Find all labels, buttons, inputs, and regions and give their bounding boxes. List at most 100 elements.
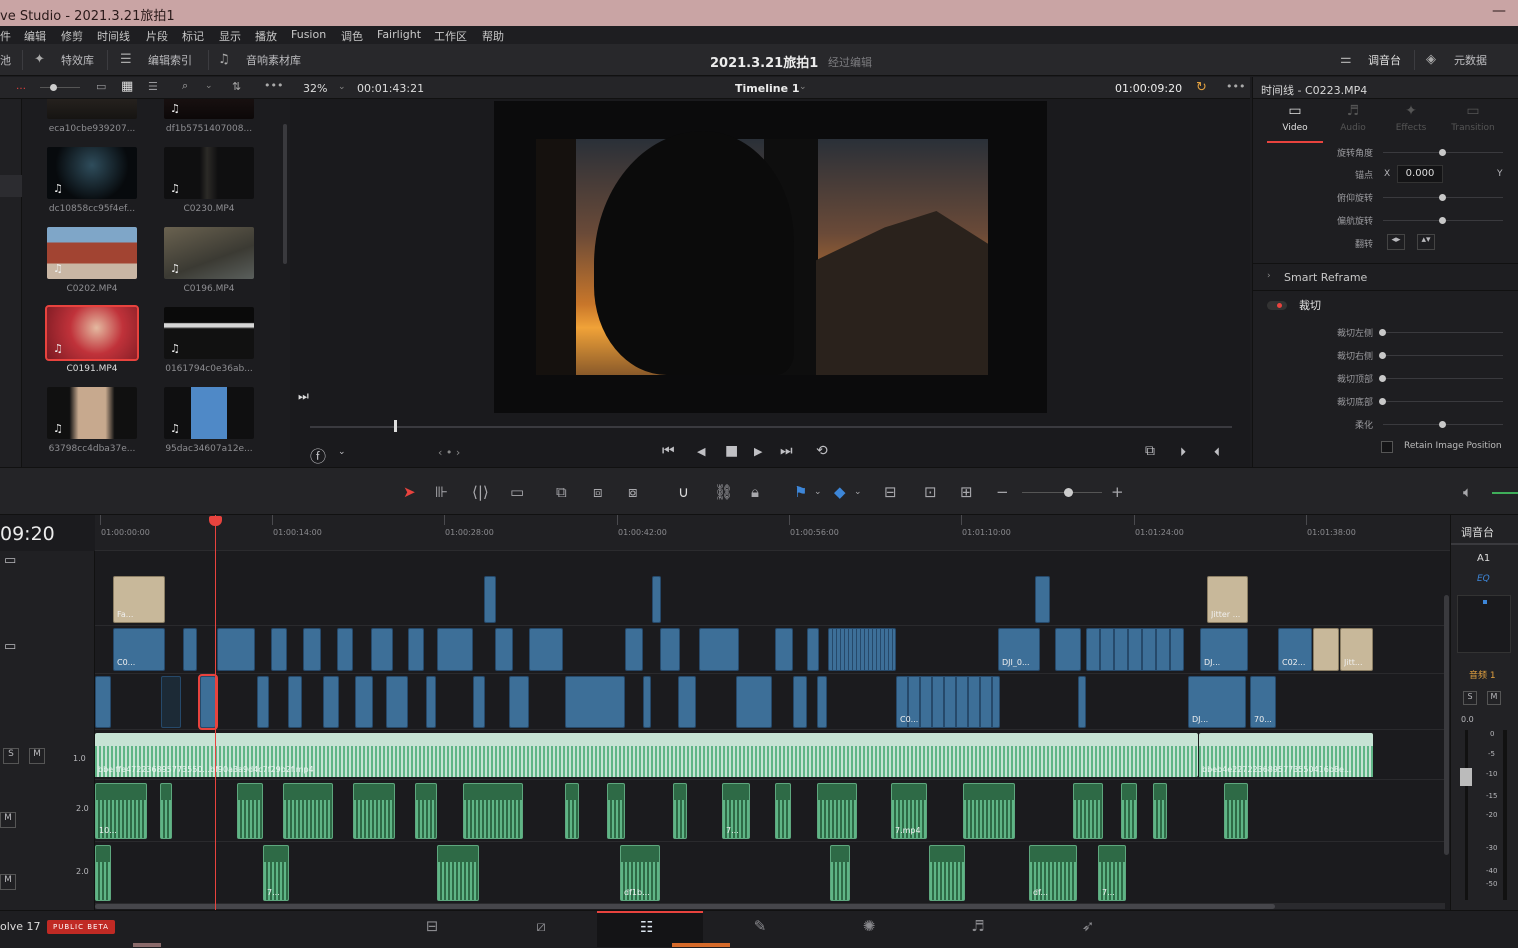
audio-clip-a2[interactable] — [1224, 783, 1248, 839]
clip-v2[interactable]: Jitt... — [1340, 628, 1373, 671]
thumbnail-view-icon[interactable]: ▦ — [121, 79, 133, 94]
clip-v3[interactable] — [652, 576, 661, 623]
custom-zoom-icon[interactable]: ⊞ — [960, 483, 973, 501]
audio-clip-a2[interactable] — [607, 783, 625, 839]
audio-clip-a3[interactable]: 7... — [263, 845, 289, 901]
clip-v3[interactable]: Fa... — [113, 576, 165, 623]
clip-v2[interactable] — [660, 628, 680, 671]
effects-library-button[interactable]: 特效库 — [61, 52, 94, 68]
clip-v2[interactable] — [303, 628, 321, 671]
audio-clip-a1[interactable]: bbeb4e2272236895773550416b8e... — [1199, 733, 1373, 777]
clip-v1[interactable] — [643, 676, 651, 728]
audio-clip-a2[interactable]: 7... — [722, 783, 750, 839]
clip-v2[interactable] — [1055, 628, 1081, 671]
chevron-down-icon[interactable]: ⌄ — [854, 487, 862, 497]
pan-control[interactable] — [1457, 595, 1511, 653]
clip-v2[interactable] — [408, 628, 424, 671]
clip-v1[interactable] — [1078, 676, 1086, 728]
chevron-down-icon[interactable]: ⌄ — [799, 82, 807, 92]
flip-vertical-icon[interactable]: ▴▾ — [1417, 234, 1435, 250]
slider-handle[interactable] — [1379, 375, 1386, 382]
full-extent-zoom-icon[interactable]: ⊟ — [884, 483, 897, 501]
tab-video[interactable]: ▭ Video — [1267, 101, 1323, 143]
overwrite-clip-icon[interactable]: ⧈ — [593, 483, 603, 501]
slider-handle[interactable] — [50, 84, 57, 91]
audio-clip-a2[interactable] — [237, 783, 263, 839]
menu-playback[interactable]: 播放 — [255, 28, 277, 44]
zoom-in-icon[interactable]: + — [1111, 483, 1124, 501]
tab-effects[interactable]: ✦ Effects — [1383, 101, 1439, 143]
position-lock-icon[interactable]: 🔒︎ — [751, 483, 759, 501]
clip-v2[interactable] — [271, 628, 287, 671]
fairlight-page-icon[interactable]: ♬ — [958, 917, 998, 935]
clip-v1[interactable] — [736, 676, 772, 728]
audio-clip-a2[interactable] — [565, 783, 579, 839]
smart-reframe-section[interactable]: › Smart Reframe — [1253, 263, 1518, 291]
clip-thumbnail[interactable]: ♫ df1b5751407008... — [161, 99, 271, 143]
loop-icon[interactable]: ⟲ — [816, 443, 828, 459]
menu-help[interactable]: 帮助 — [482, 28, 504, 44]
clip-v1[interactable] — [565, 676, 625, 728]
menu-file[interactable]: 件 — [0, 28, 11, 44]
slider-handle[interactable] — [1379, 398, 1386, 405]
clip-v1[interactable]: 70... — [1250, 676, 1276, 728]
audio-clip-a2[interactable] — [1073, 783, 1103, 839]
audio-clip-a3[interactable] — [437, 845, 479, 901]
audio-clip-a2[interactable] — [353, 783, 395, 839]
scrubber-handle[interactable] — [394, 420, 397, 432]
clip-v2[interactable] — [337, 628, 353, 671]
clip-thumbnail[interactable]: ♫ C0202.MP4 — [44, 227, 154, 303]
zoom-out-icon[interactable]: − — [996, 483, 1009, 501]
clip-v1[interactable] — [793, 676, 807, 728]
metadata-button[interactable]: 元数据 — [1454, 52, 1487, 68]
clip-v2[interactable] — [529, 628, 563, 671]
clip-thumbnail[interactable]: ♫ 95dac34607a12e... — [161, 387, 271, 463]
anchor-x-field[interactable]: 0.000 — [1397, 165, 1443, 183]
video-frame[interactable] — [494, 101, 1047, 413]
audio-clip-a2[interactable]: 10... — [95, 783, 147, 839]
clip-v2-group[interactable] — [1086, 628, 1184, 671]
media-page-icon[interactable]: ⊟ — [412, 917, 452, 935]
clip-v2[interactable] — [699, 628, 739, 671]
audio-clip-a3[interactable] — [830, 845, 850, 901]
menu-clip[interactable]: 片段 — [146, 28, 168, 44]
solo-button[interactable]: S — [1463, 691, 1477, 705]
blade-tool-icon[interactable]: ▭ — [510, 483, 524, 501]
metadata-view-icon[interactable]: ▭ — [96, 80, 106, 93]
thumbnail-size-slider[interactable] — [40, 87, 80, 88]
detail-zoom-icon[interactable]: ⊡ — [924, 483, 937, 501]
linked-selection-icon[interactable]: ⛓ — [714, 483, 733, 501]
fusion-page-icon[interactable]: ✎ — [740, 917, 780, 935]
go-to-end-icon[interactable]: ⏭ — [780, 443, 793, 459]
fx-icon[interactable]: ⓕ — [310, 443, 326, 467]
audio-clip-a3[interactable]: df1b... — [620, 845, 660, 901]
viewer-scrubber[interactable] — [310, 426, 1232, 428]
selection-tool-icon[interactable]: ➤ — [403, 483, 416, 501]
clip-v2[interactable] — [625, 628, 643, 671]
audio-clip-a3[interactable] — [95, 845, 111, 901]
next-edit-icon[interactable]: ⏵ — [1180, 445, 1186, 460]
scrollbar-thumb[interactable] — [95, 904, 1275, 909]
audio-clip-a2[interactable] — [963, 783, 1015, 839]
slider-handle[interactable] — [1379, 329, 1386, 336]
media-pool-button[interactable]: 池 — [0, 52, 11, 68]
audio-clip-a2[interactable] — [673, 783, 687, 839]
zoom-slider-handle[interactable] — [1064, 488, 1073, 497]
clip-v1[interactable] — [426, 676, 436, 728]
cut-page-icon[interactable]: ⧄ — [521, 917, 561, 935]
audio-clip-a3[interactable]: df... — [1029, 845, 1077, 901]
param-slider[interactable] — [1383, 355, 1503, 356]
clip-v1[interactable] — [355, 676, 373, 728]
menu-view[interactable]: 显示 — [219, 28, 241, 44]
viewer-options-icon[interactable]: ••• — [1226, 80, 1245, 93]
mixer-button[interactable]: 调音台 — [1368, 52, 1401, 68]
match-frame-icon[interactable]: ⧉ — [1145, 443, 1155, 459]
clip-v3[interactable] — [484, 576, 496, 623]
slider-handle[interactable] — [1439, 217, 1446, 224]
audio-clip-a2[interactable] — [1153, 783, 1167, 839]
menu-color[interactable]: 调色 — [341, 28, 363, 44]
zoom-level[interactable]: 32% — [303, 82, 327, 95]
play-reverse-icon[interactable]: ◀ — [697, 445, 705, 458]
timeline-name[interactable]: Timeline 1 — [735, 82, 800, 95]
clip-v2[interactable]: DJ... — [1200, 628, 1248, 671]
